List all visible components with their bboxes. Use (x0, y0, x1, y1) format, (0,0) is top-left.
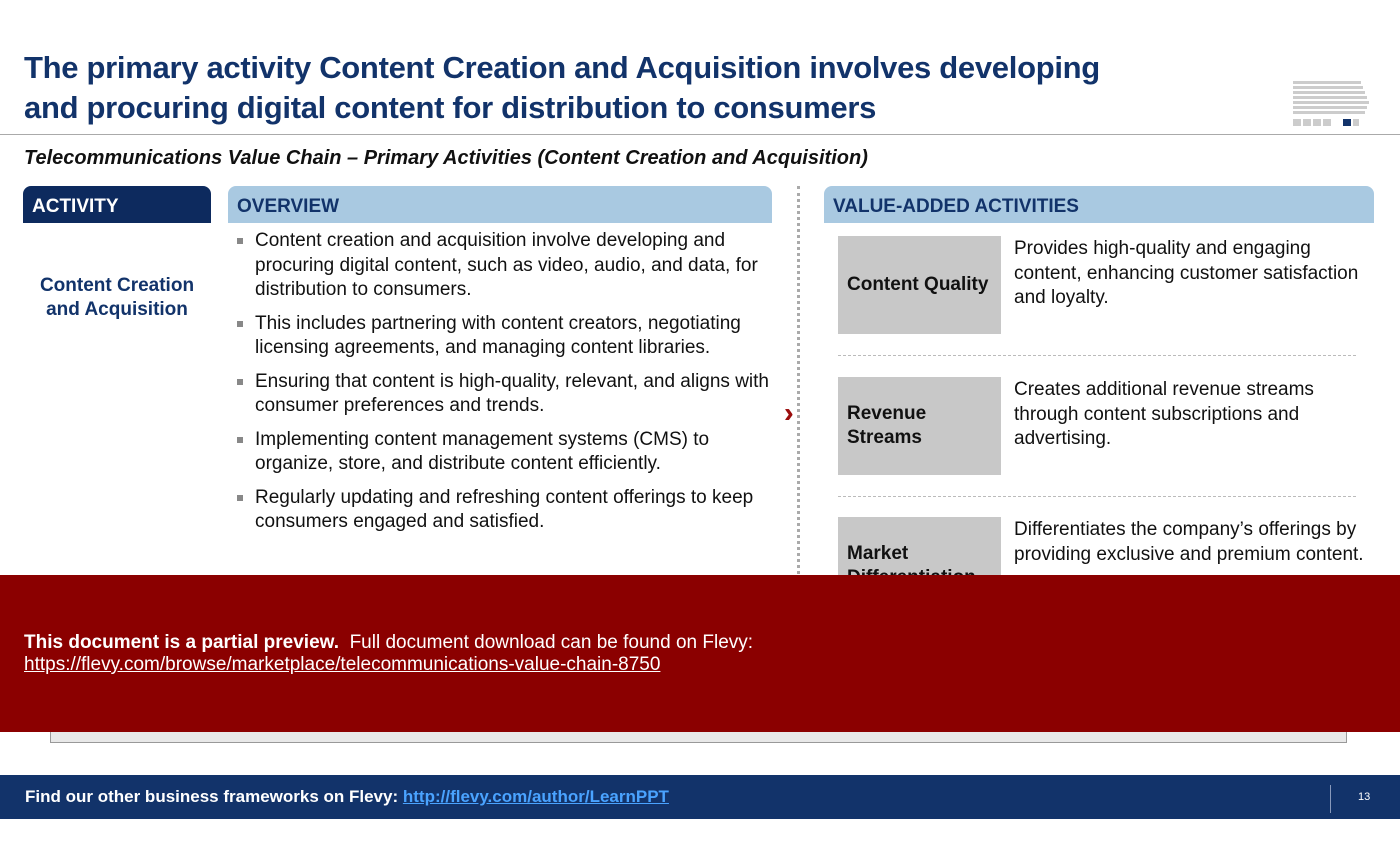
bullet-item: Regularly updating and refreshing conten… (236, 486, 776, 535)
dashed-separator (838, 496, 1356, 497)
value-added-header: VALUE-ADDED ACTIVITIES (824, 186, 1374, 223)
title-divider (0, 134, 1400, 135)
footer-bar: Find our other business frameworks on Fl… (0, 775, 1400, 819)
activity-header: ACTIVITY (23, 186, 211, 223)
dashed-separator (838, 355, 1356, 356)
value-item-desc: Provides high-quality and engaging conte… (1014, 238, 1359, 308)
footer-divider (1330, 785, 1331, 813)
preview-bold: This document is a partial preview. (24, 632, 339, 653)
footer-text: Find our other business frameworks on Fl… (25, 787, 399, 806)
activity-name: Content Creation and Acquisition (39, 275, 195, 320)
bullet-item: Ensuring that content is high-quality, r… (236, 370, 776, 419)
preview-link[interactable]: https://flevy.com/browse/marketplace/tel… (24, 654, 660, 675)
slide-subtitle: Telecommunications Value Chain – Primary… (24, 147, 868, 169)
flevy-logo-icon (1293, 81, 1369, 126)
value-item-label: Content Quality (838, 236, 1001, 334)
bullet-item: This includes partnering with content cr… (236, 312, 776, 361)
page-number: 13 (1358, 791, 1371, 803)
value-item-desc: Differentiates the company’s offerings b… (1014, 519, 1364, 565)
dotted-divider (797, 186, 800, 586)
page-title: The primary activity Content Creation an… (24, 50, 1100, 125)
preview-banner: This document is a partial preview. Full… (0, 575, 1400, 732)
preview-text: Full document download can be found on F… (349, 632, 754, 653)
overview-bullets: Content creation and acquisition involve… (236, 229, 776, 544)
value-item-label: Revenue Streams (838, 377, 1001, 475)
overview-header: OVERVIEW (228, 186, 772, 223)
footer-link[interactable]: http://flevy.com/author/LearnPPT (403, 787, 669, 806)
double-chevron-icon: ›› (784, 397, 791, 428)
value-item-desc: Creates additional revenue streams throu… (1014, 379, 1314, 449)
bullet-item: Content creation and acquisition involve… (236, 229, 776, 303)
bullet-item: Implementing content management systems … (236, 428, 776, 477)
